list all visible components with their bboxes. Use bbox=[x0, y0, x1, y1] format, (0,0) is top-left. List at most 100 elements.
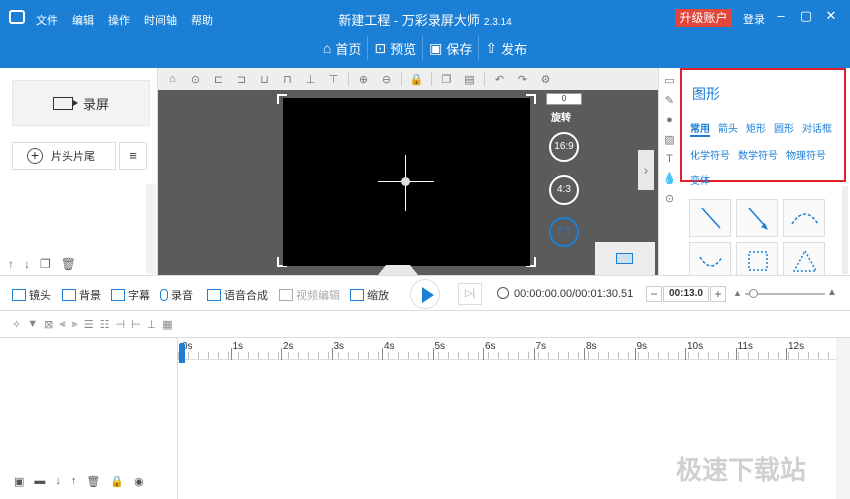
upgrade-account-button[interactable]: 升级账户 bbox=[675, 9, 732, 27]
split-icon[interactable]: ⊣ bbox=[116, 318, 126, 331]
align-top-icon[interactable]: ⊓ bbox=[277, 73, 298, 86]
tab-variant[interactable]: 变体 bbox=[690, 172, 710, 187]
paste-icon[interactable]: ▤ bbox=[459, 73, 480, 86]
move-up-icon[interactable]: ↑ bbox=[71, 475, 77, 488]
shape-line-item[interactable] bbox=[689, 199, 731, 237]
ratio-4-3-button[interactable]: 4:3 bbox=[549, 175, 579, 205]
nav-home-button[interactable]: ⌂首页 bbox=[317, 36, 368, 60]
close-icon[interactable]: ✕ bbox=[823, 8, 839, 24]
stop-button[interactable]: ▷| bbox=[458, 283, 482, 305]
canvas-area[interactable]: 0 旋转 16:9 4:3 ?:? › bbox=[158, 90, 658, 275]
play-button[interactable] bbox=[410, 279, 440, 309]
scale-button[interactable]: 缩放 bbox=[350, 287, 389, 303]
timeline-ruler[interactable]: 0s1s2s3s4s5s6s7s8s9s10s11s12s13s bbox=[178, 338, 836, 360]
login-link[interactable]: 登录 bbox=[743, 11, 765, 27]
zoom-out-button[interactable]: − bbox=[646, 286, 662, 302]
lock-icon[interactable]: 🔒 bbox=[406, 73, 427, 86]
move-down-icon[interactable]: ↓ bbox=[55, 475, 61, 488]
background-button[interactable]: 背景 bbox=[62, 287, 101, 303]
list-settings-icon[interactable]: ≡ bbox=[119, 142, 147, 170]
align-right-icon[interactable]: ⫸ bbox=[72, 318, 78, 331]
shape-arrow-item[interactable] bbox=[736, 199, 778, 237]
rotate-input[interactable]: 0 bbox=[546, 93, 582, 105]
lens-button[interactable]: 镜头 bbox=[12, 287, 51, 303]
settings-icon[interactable]: ⚙ bbox=[535, 73, 556, 86]
add-folder-icon[interactable]: ▣ bbox=[14, 475, 24, 488]
copy-icon[interactable]: ❐ bbox=[40, 257, 51, 271]
tts-button[interactable]: 语音合成 bbox=[207, 287, 268, 303]
align-middle-icon[interactable]: ⊥ bbox=[300, 73, 321, 86]
video-edit-button[interactable]: 视频编辑 bbox=[279, 287, 340, 303]
collapse-tab[interactable] bbox=[378, 265, 418, 275]
align-left-icon[interactable]: ⫷ bbox=[59, 318, 65, 331]
zoom-in-icon[interactable]: ⊕ bbox=[353, 73, 374, 86]
align-center-icon[interactable]: ⊐ bbox=[231, 73, 252, 86]
chat-bubble-icon[interactable]: ▭ bbox=[664, 74, 674, 87]
home-view-icon[interactable]: ⌂ bbox=[162, 73, 183, 85]
tab-math[interactable]: 数学符号 bbox=[738, 147, 778, 162]
shape-icon[interactable]: ● bbox=[666, 114, 673, 126]
copy-icon[interactable]: ❐ bbox=[436, 73, 457, 86]
zoom-out-icon[interactable]: ⊖ bbox=[376, 73, 397, 86]
playhead[interactable] bbox=[179, 343, 185, 363]
ratio-custom-button[interactable]: ?:? bbox=[549, 217, 579, 247]
text-icon[interactable]: T bbox=[666, 153, 673, 165]
join-icon[interactable]: ⊢ bbox=[131, 318, 141, 331]
tab-chemistry[interactable]: 化学符号 bbox=[690, 147, 730, 162]
record-screen-button[interactable]: 录屏 bbox=[12, 80, 150, 126]
lock-icon[interactable]: 🔒 bbox=[110, 475, 124, 488]
more-icon[interactable]: ⊙ bbox=[185, 73, 206, 86]
tab-circle[interactable]: 圆形 bbox=[774, 120, 794, 137]
move-icon[interactable]: ✧ bbox=[12, 318, 21, 331]
image-icon[interactable]: ▨ bbox=[664, 133, 674, 146]
ruler-major-tick bbox=[231, 348, 232, 360]
timeline-zoom-slider[interactable]: ▲ ▲ bbox=[733, 288, 837, 300]
zoom-small-icon[interactable]: ▲ bbox=[733, 288, 742, 298]
shape-scrollbar[interactable] bbox=[842, 186, 848, 274]
delete-icon[interactable]: 🗑 bbox=[61, 257, 76, 271]
move-down-icon[interactable]: ↓ bbox=[24, 257, 30, 271]
undo-icon[interactable]: ↶ bbox=[489, 73, 510, 86]
trim-icon[interactable]: ⊥ bbox=[147, 318, 157, 331]
tab-common[interactable]: 常用 bbox=[690, 120, 710, 137]
drop-icon[interactable]: 💧 bbox=[663, 172, 677, 185]
lens-frame[interactable] bbox=[283, 98, 530, 266]
slider-knob[interactable] bbox=[749, 289, 758, 298]
align-right-icon[interactable]: ⊔ bbox=[254, 73, 275, 86]
subtitle-button[interactable]: 字幕 bbox=[111, 287, 150, 303]
align-left-icon[interactable]: ⊏ bbox=[208, 73, 229, 86]
more-icon[interactable]: ⊙ bbox=[665, 192, 674, 205]
redo-icon[interactable]: ↷ bbox=[512, 73, 533, 86]
settings-icon[interactable]: ▦ bbox=[162, 318, 172, 331]
timeline-zoom-input[interactable]: 00:13.0 bbox=[663, 286, 709, 302]
delete-icon[interactable]: 🗑 bbox=[86, 475, 100, 488]
zoom-large-icon[interactable]: ▲ bbox=[827, 287, 837, 298]
visibility-icon[interactable]: ◉ bbox=[134, 475, 144, 488]
minimize-icon[interactable]: – bbox=[773, 8, 789, 24]
zoom-in-button[interactable]: + bbox=[710, 286, 726, 302]
nav-save-button[interactable]: ▣保存 bbox=[423, 36, 479, 60]
record-audio-button[interactable]: 录音 bbox=[160, 287, 193, 303]
scene-scrollbar[interactable] bbox=[146, 184, 156, 274]
folder-icon[interactable]: ▬ bbox=[34, 475, 45, 488]
timeline-scrollbar[interactable] bbox=[836, 338, 850, 499]
tab-physics[interactable]: 物理符号 bbox=[786, 147, 826, 162]
align-bottom-icon[interactable]: ⊤ bbox=[323, 73, 344, 86]
tab-arrow[interactable]: 箭头 bbox=[718, 120, 738, 137]
pen-icon[interactable]: ✎ bbox=[665, 94, 674, 107]
tab-rectangle[interactable]: 矩形 bbox=[746, 120, 766, 137]
expand-panel-icon[interactable]: › bbox=[638, 150, 654, 190]
clear-icon[interactable]: ⊠ bbox=[44, 318, 53, 331]
shape-arc-item[interactable] bbox=[783, 199, 825, 237]
nav-preview-button[interactable]: ⊡预览 bbox=[368, 36, 423, 60]
canvas-thumbnail[interactable] bbox=[595, 242, 655, 275]
filter-icon[interactable]: ▼ bbox=[27, 318, 38, 330]
nav-publish-button[interactable]: ⇧发布 bbox=[479, 36, 533, 60]
maximize-icon[interactable]: ▢ bbox=[798, 8, 814, 24]
ratio-16-9-button[interactable]: 16:9 bbox=[549, 132, 579, 162]
distribute-icon[interactable]: ☰ bbox=[84, 318, 94, 331]
intro-outro-button[interactable]: + 片头片尾 bbox=[12, 142, 116, 170]
tab-dialog[interactable]: 对话框 bbox=[802, 120, 832, 137]
spacing-icon[interactable]: ☷ bbox=[100, 318, 110, 331]
move-up-icon[interactable]: ↑ bbox=[8, 257, 14, 271]
